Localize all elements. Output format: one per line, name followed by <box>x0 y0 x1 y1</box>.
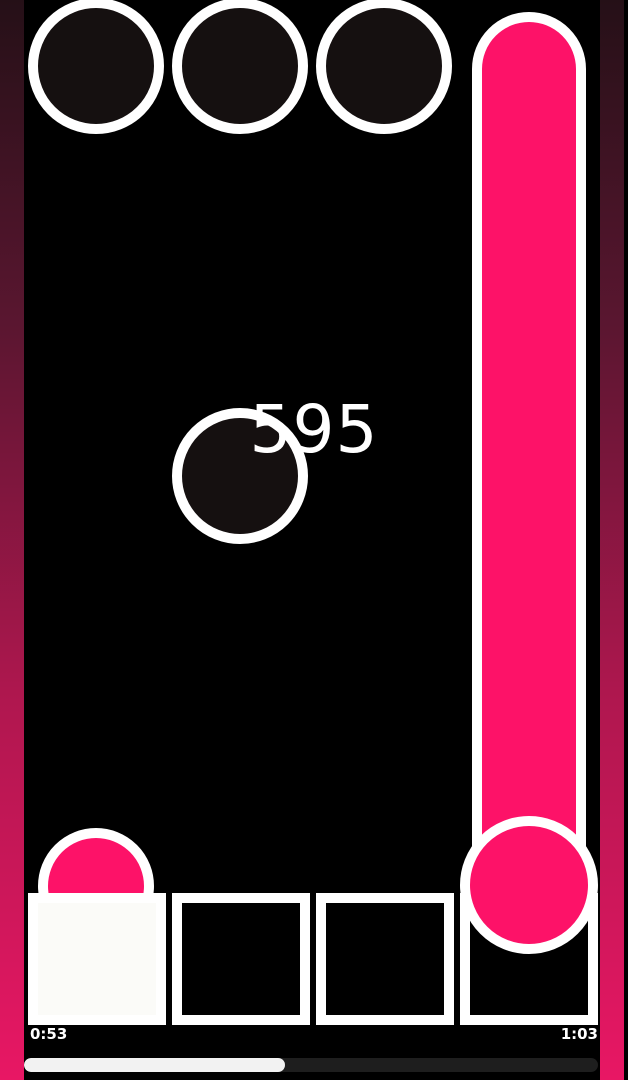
tap-pad-lane-2[interactable] <box>172 893 310 1025</box>
game-screen: 595 0:53 1:03 <box>0 0 628 1080</box>
hold-note-lane-4 <box>472 12 586 912</box>
elapsed-time: 0:53 <box>30 1025 68 1043</box>
song-progress-bar[interactable] <box>24 1058 598 1072</box>
tap-pad-lane-3[interactable] <box>316 893 454 1025</box>
incoming-note-lane-1 <box>28 0 164 134</box>
tap-pad-lane-1[interactable] <box>28 893 166 1025</box>
incoming-note-lane-3 <box>316 0 452 134</box>
score-counter: 595 <box>249 391 379 468</box>
song-progress-fill <box>24 1058 285 1072</box>
right-gradient-border <box>600 0 624 1080</box>
total-time: 1:03 <box>560 1025 598 1043</box>
incoming-note-lane-2 <box>172 0 308 134</box>
hold-note-head-lane-4 <box>460 816 598 954</box>
left-gradient-border <box>0 0 24 1080</box>
